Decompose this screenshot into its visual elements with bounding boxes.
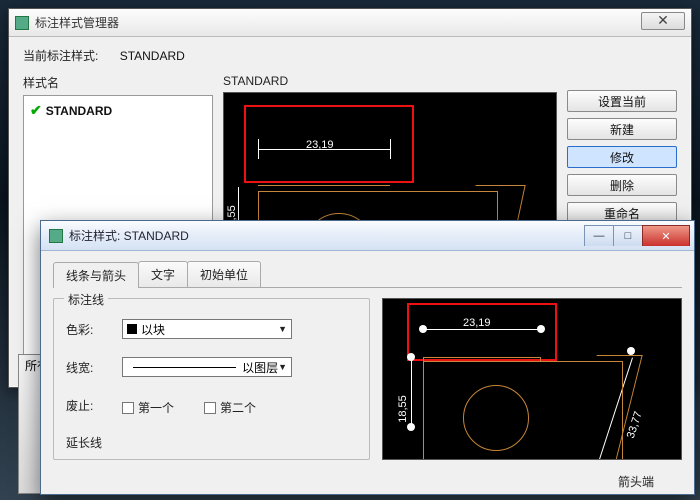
current-style-row: 当前标注样式: STANDARD <box>23 47 677 64</box>
current-style-value: STANDARD <box>120 49 185 63</box>
titlebar[interactable]: 标注样式管理器 ✕ <box>9 9 691 37</box>
set-current-button[interactable]: 设置当前 <box>567 90 677 112</box>
chevron-down-icon: ▼ <box>278 324 287 334</box>
lineweight-combo[interactable]: 以图层 ▼ <box>122 357 292 377</box>
minimize-icon: — <box>594 230 605 242</box>
color-label: 色彩: <box>66 321 112 338</box>
suppress-first-label: 第一个 <box>138 399 174 416</box>
color-value: 以块 <box>141 323 165 337</box>
minimize-button[interactable]: — <box>584 225 614 246</box>
tab-units[interactable]: 初始单位 <box>187 261 261 287</box>
close-icon: ✕ <box>657 12 669 29</box>
maximize-button[interactable]: □ <box>613 225 643 246</box>
app-icon <box>15 16 29 30</box>
current-style-label: 当前标注样式: <box>23 49 98 63</box>
group-label: 标注线 <box>64 291 108 308</box>
checkbox-icon <box>204 402 216 414</box>
delete-button[interactable]: 删除 <box>567 174 677 196</box>
dim-horizontal: 23,19 <box>463 317 491 329</box>
tab-text[interactable]: 文字 <box>138 261 188 287</box>
close-icon: ✕ <box>661 230 670 243</box>
extension-lines-label: 延长线 <box>66 434 357 451</box>
chevron-down-icon: ▼ <box>278 362 287 372</box>
suppress-second-checkbox[interactable]: 第二个 <box>204 399 256 416</box>
close-button[interactable]: ✕ <box>641 12 685 30</box>
dim-horizontal: 23,19 <box>306 139 334 151</box>
checkbox-icon <box>122 402 134 414</box>
style-item-label: STANDARD <box>46 104 112 118</box>
app-icon <box>49 229 63 243</box>
dialog-title: 标注样式: STANDARD <box>69 227 579 244</box>
maximize-icon: □ <box>625 230 632 242</box>
dialog-title: 标注样式管理器 <box>35 14 635 31</box>
suppress-label: 废止: <box>66 397 112 414</box>
dimension-line-group: 标注线 色彩: 以块 ▼ 线宽: 以图层 ▼ <box>53 298 370 460</box>
line-sample-icon <box>133 367 236 368</box>
preview-label: STANDARD <box>223 74 557 88</box>
titlebar[interactable]: 标注样式: STANDARD — □ ✕ <box>41 221 694 251</box>
arrowhead-label: 箭头端 <box>618 473 654 490</box>
lineweight-label: 线宽: <box>66 359 112 376</box>
new-button[interactable]: 新建 <box>567 118 677 140</box>
dim-vertical: 18,55 <box>397 395 409 423</box>
lineweight-value: 以图层 <box>242 359 278 376</box>
dialog-body: 线条与箭头 文字 初始单位 标注线 色彩: 以块 ▼ 线宽: 以 <box>41 251 694 494</box>
tab-lines-arrows[interactable]: 线条与箭头 <box>53 262 139 288</box>
suppress-second-label: 第二个 <box>220 399 256 416</box>
check-icon: ✔ <box>30 102 42 119</box>
dimension-style-edit-dialog: 标注样式: STANDARD — □ ✕ 线条与箭头 文字 初始单位 标注线 色… <box>40 220 695 495</box>
tab-bar: 线条与箭头 文字 初始单位 <box>53 261 682 288</box>
preview-canvas: 23,19 18,55 33,77 <box>382 298 682 460</box>
style-list-label: 样式名 <box>23 74 213 91</box>
modify-button[interactable]: 修改 <box>567 146 677 168</box>
style-item-standard[interactable]: ✔ STANDARD <box>30 102 206 119</box>
close-button[interactable]: ✕ <box>642 225 690 246</box>
color-swatch-icon <box>127 324 137 334</box>
suppress-first-checkbox[interactable]: 第一个 <box>122 399 174 416</box>
color-combo[interactable]: 以块 ▼ <box>122 319 292 339</box>
